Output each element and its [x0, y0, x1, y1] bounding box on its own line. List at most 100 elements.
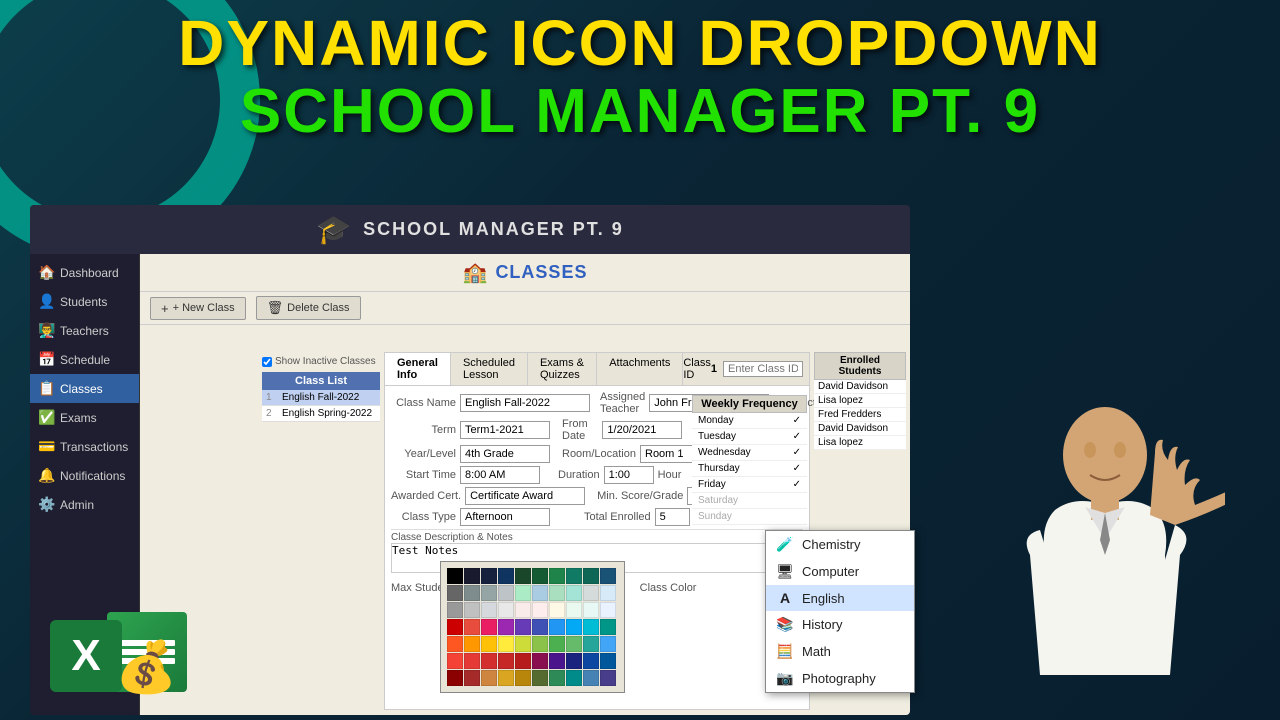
color-cell-42[interactable] — [481, 636, 497, 652]
show-inactive-checkbox[interactable] — [262, 357, 272, 367]
color-cell-15[interactable] — [532, 585, 548, 601]
color-cell-27[interactable] — [566, 602, 582, 618]
color-cell-32[interactable] — [481, 619, 497, 635]
color-cell-24[interactable] — [515, 602, 531, 618]
color-cell-56[interactable] — [549, 653, 565, 669]
color-cell-1[interactable] — [464, 568, 480, 584]
tab-general-info[interactable]: General Info — [385, 353, 451, 385]
color-cell-25[interactable] — [532, 602, 548, 618]
color-cell-37[interactable] — [566, 619, 582, 635]
color-cell-50[interactable] — [447, 653, 463, 669]
color-cell-34[interactable] — [515, 619, 531, 635]
sidebar-item-exams[interactable]: ✅Exams — [30, 403, 139, 432]
color-cell-14[interactable] — [515, 585, 531, 601]
color-cell-19[interactable] — [600, 585, 616, 601]
color-cell-62[interactable] — [481, 670, 497, 686]
color-cell-36[interactable] — [549, 619, 565, 635]
color-cell-39[interactable] — [600, 619, 616, 635]
color-cell-6[interactable] — [549, 568, 565, 584]
enrolled-student-5[interactable]: Lisa lopez — [814, 436, 906, 450]
color-cell-66[interactable] — [549, 670, 565, 686]
subject-photography[interactable]: 📷 Photography — [766, 665, 914, 692]
color-cell-20[interactable] — [447, 602, 463, 618]
color-cell-3[interactable] — [498, 568, 514, 584]
delete-class-button[interactable]: 🗑 Delete Class — [256, 296, 361, 320]
color-cell-38[interactable] — [583, 619, 599, 635]
color-cell-22[interactable] — [481, 602, 497, 618]
color-cell-40[interactable] — [447, 636, 463, 652]
color-cell-43[interactable] — [498, 636, 514, 652]
tab-attachments[interactable]: Attachments — [597, 353, 683, 385]
color-cell-16[interactable] — [549, 585, 565, 601]
color-cell-21[interactable] — [464, 602, 480, 618]
color-cell-28[interactable] — [583, 602, 599, 618]
awarded-cert-input[interactable] — [465, 487, 585, 505]
color-cell-17[interactable] — [566, 585, 582, 601]
color-cell-45[interactable] — [532, 636, 548, 652]
color-cell-49[interactable] — [600, 636, 616, 652]
subject-history[interactable]: 📚 History — [766, 611, 914, 638]
subject-math[interactable]: 🧮 Math — [766, 638, 914, 665]
color-cell-59[interactable] — [600, 653, 616, 669]
color-cell-67[interactable] — [566, 670, 582, 686]
color-cell-58[interactable] — [583, 653, 599, 669]
color-cell-31[interactable] — [464, 619, 480, 635]
color-cell-65[interactable] — [532, 670, 548, 686]
year-level-input[interactable] — [460, 445, 550, 463]
color-cell-9[interactable] — [600, 568, 616, 584]
color-cell-63[interactable] — [498, 670, 514, 686]
class-name-input[interactable] — [460, 394, 590, 412]
color-cell-4[interactable] — [515, 568, 531, 584]
subject-english[interactable]: A English — [766, 585, 914, 611]
color-cell-54[interactable] — [515, 653, 531, 669]
color-cell-13[interactable] — [498, 585, 514, 601]
color-cell-12[interactable] — [481, 585, 497, 601]
color-cell-46[interactable] — [549, 636, 565, 652]
color-cell-23[interactable] — [498, 602, 514, 618]
enrolled-student-3[interactable]: Fred Fredders — [814, 408, 906, 422]
subject-computer[interactable]: 🖥 Computer — [766, 558, 914, 585]
color-cell-11[interactable] — [464, 585, 480, 601]
term-input[interactable] — [460, 421, 550, 439]
color-cell-47[interactable] — [566, 636, 582, 652]
color-cell-5[interactable] — [532, 568, 548, 584]
color-cell-18[interactable] — [583, 585, 599, 601]
color-cell-29[interactable] — [600, 602, 616, 618]
color-cell-7[interactable] — [566, 568, 582, 584]
sidebar-item-transactions[interactable]: 💳Transactions — [30, 432, 139, 461]
color-cell-8[interactable] — [583, 568, 599, 584]
class-id-input[interactable] — [723, 361, 803, 377]
enrolled-student-1[interactable]: David Davidson — [814, 380, 906, 394]
from-date-input[interactable] — [602, 421, 682, 439]
color-cell-51[interactable] — [464, 653, 480, 669]
class-type-input[interactable] — [460, 508, 550, 526]
color-cell-41[interactable] — [464, 636, 480, 652]
color-cell-69[interactable] — [600, 670, 616, 686]
class-list-item-1[interactable]: 1 English Fall-2022 — [262, 390, 380, 406]
sidebar-item-schedule[interactable]: 📅Schedule — [30, 345, 139, 374]
sidebar-item-teachers[interactable]: 👨‍🏫Teachers — [30, 316, 139, 345]
color-cell-26[interactable] — [549, 602, 565, 618]
enrolled-student-4[interactable]: David Davidson — [814, 422, 906, 436]
subject-chemistry[interactable]: 🧪 Chemistry — [766, 531, 914, 558]
sidebar-item-notifications[interactable]: 🔔Notifications — [30, 461, 139, 490]
color-cell-33[interactable] — [498, 619, 514, 635]
color-cell-61[interactable] — [464, 670, 480, 686]
color-cell-10[interactable] — [447, 585, 463, 601]
enrolled-student-2[interactable]: Lisa lopez — [814, 394, 906, 408]
tab-exams-quizzes[interactable]: Exams & Quizzes — [528, 353, 597, 385]
color-cell-60[interactable] — [447, 670, 463, 686]
tab-scheduled-lesson[interactable]: Scheduled Lesson — [451, 353, 528, 385]
start-time-input[interactable] — [460, 466, 540, 484]
duration-input[interactable] — [604, 466, 654, 484]
color-cell-53[interactable] — [498, 653, 514, 669]
sidebar-item-dashboard[interactable]: 🏠Dashboard — [30, 258, 139, 287]
sidebar-item-classes[interactable]: 📋Classes — [30, 374, 139, 403]
color-cell-64[interactable] — [515, 670, 531, 686]
total-enrolled-input[interactable] — [655, 508, 690, 526]
color-cell-0[interactable] — [447, 568, 463, 584]
new-class-button[interactable]: + + New Class — [150, 297, 246, 320]
color-cell-55[interactable] — [532, 653, 548, 669]
color-cell-2[interactable] — [481, 568, 497, 584]
color-cell-30[interactable] — [447, 619, 463, 635]
